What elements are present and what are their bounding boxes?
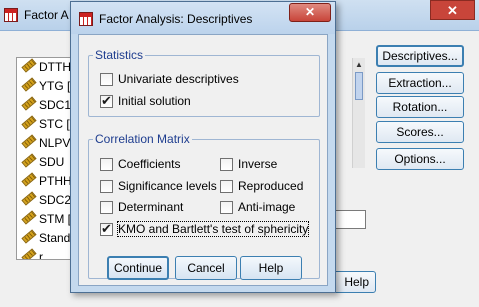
list-item[interactable]: STM [ <box>17 210 75 229</box>
determinant-checkbox[interactable]: Determinant <box>100 199 183 215</box>
statistics-group-label: Statistics <box>93 48 146 62</box>
list-item[interactable]: Standa <box>17 229 75 248</box>
coefficients-checkbox[interactable]: Coefficients <box>100 156 180 172</box>
scale-ruler-icon <box>21 134 37 149</box>
scale-ruler-icon <box>21 191 37 206</box>
list-item[interactable]: r <box>17 248 75 259</box>
extraction-button[interactable]: Extraction... <box>376 72 464 94</box>
scores-button[interactable]: Scores... <box>376 121 464 143</box>
descriptives-button[interactable]: Descriptives... <box>376 45 464 67</box>
dialog-title: Factor Analysis: Descriptives <box>99 12 253 26</box>
analysis-list-scrollbar[interactable]: ▲ <box>352 58 365 168</box>
checkbox-box[interactable] <box>100 158 113 171</box>
parent-help-button[interactable]: Help <box>330 271 376 293</box>
list-item[interactable]: SDC2 <box>17 191 75 210</box>
list-item[interactable]: STC [ <box>17 115 75 134</box>
cancel-button[interactable]: Cancel <box>175 256 237 280</box>
scale-ruler-icon <box>21 248 37 259</box>
list-item[interactable]: PTHH <box>17 172 75 191</box>
anti-image-checkbox[interactable]: Anti-image <box>220 199 295 215</box>
scale-ruler-icon <box>21 172 37 187</box>
checkbox-box[interactable] <box>100 201 113 214</box>
list-item[interactable]: DTTH <box>17 58 75 77</box>
selection-variable-field[interactable] <box>334 210 366 229</box>
reproduced-checkbox[interactable]: Reproduced <box>220 178 303 194</box>
univariate-descriptives-checkbox[interactable]: Univariate descriptives <box>100 71 239 87</box>
checkbox-box[interactable] <box>100 221 113 237</box>
scale-ruler-icon <box>21 77 37 92</box>
significance-levels-checkbox[interactable]: Significance levels <box>100 178 217 194</box>
scale-ruler-icon <box>21 115 37 130</box>
help-button[interactable]: Help <box>240 256 302 280</box>
rotation-button[interactable]: Rotation... <box>376 96 464 118</box>
scale-ruler-icon <box>21 210 37 225</box>
spss-app-icon <box>79 12 93 26</box>
checkbox-box[interactable] <box>100 180 113 193</box>
scale-ruler-icon <box>21 153 37 168</box>
scrollbar-thumb[interactable] <box>355 72 363 100</box>
variable-list[interactable]: DTTH YTG [ SDC1 STC [ NLPV SDU PTHH SDC2… <box>16 57 76 260</box>
list-item[interactable]: NLPV <box>17 134 75 153</box>
checkbox-box[interactable] <box>220 201 233 214</box>
scale-ruler-icon <box>21 229 37 244</box>
list-item[interactable]: SDU <box>17 153 75 172</box>
list-item[interactable]: YTG [ <box>17 77 75 96</box>
scroll-up-arrow-icon[interactable]: ▲ <box>355 60 363 69</box>
descriptives-dialog: Factor Analysis: Descriptives ✕ Statisti… <box>70 1 336 293</box>
spss-app-icon <box>4 8 18 22</box>
checkbox-box[interactable] <box>220 180 233 193</box>
scale-ruler-icon <box>21 58 37 73</box>
kmo-bartlett-checkbox[interactable]: KMO and Bartlett's test of sphericity <box>100 221 310 237</box>
dialog-body: Statistics Univariate descriptives Initi… <box>78 34 328 286</box>
list-item[interactable]: SDC1 <box>17 96 75 115</box>
parent-window-title: Factor A <box>24 8 69 22</box>
correlation-matrix-group-label: Correlation Matrix <box>93 132 192 146</box>
scale-ruler-icon <box>21 96 37 111</box>
checkbox-box[interactable] <box>100 73 113 86</box>
dialog-close-button[interactable]: ✕ <box>289 3 331 22</box>
continue-button[interactable]: Continue <box>107 256 169 280</box>
dialog-titlebar: Factor Analysis: Descriptives ✕ <box>71 2 335 34</box>
parent-close-button[interactable]: ✕ <box>430 0 475 20</box>
options-button[interactable]: Options... <box>376 148 464 170</box>
statistics-group: Statistics Univariate descriptives Initi… <box>88 48 320 117</box>
checkbox-box[interactable] <box>100 93 113 109</box>
checkbox-box[interactable] <box>220 158 233 171</box>
initial-solution-checkbox[interactable]: Initial solution <box>100 93 191 109</box>
inverse-checkbox[interactable]: Inverse <box>220 156 277 172</box>
